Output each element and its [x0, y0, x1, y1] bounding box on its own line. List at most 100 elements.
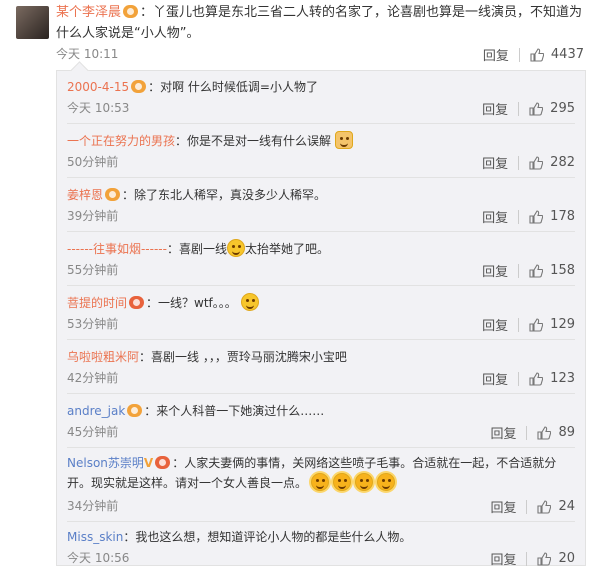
like-count: 123	[550, 371, 575, 386]
divider	[518, 101, 520, 116]
reply-body: ：你是不是对一线有什么误解	[175, 134, 332, 148]
smirk-emoji-icon	[240, 293, 259, 311]
like-thumb-icon[interactable]	[537, 551, 552, 566]
reply-username[interactable]: 乌啦啦粗米阿	[67, 350, 139, 364]
divider	[518, 47, 520, 62]
like-count: 20	[558, 551, 575, 566]
sun-emoji-icon	[377, 473, 396, 491]
reply-time: 53分钟前	[67, 317, 119, 331]
reply-text: andre_jak ：来个人科普一下她演过什么……	[67, 401, 567, 421]
reply-button[interactable]: 回复	[490, 497, 516, 516]
reply-text: Miss_skin：我也这么想，想知道评论小人物的都是些什么人物。	[67, 527, 567, 547]
row-divider	[67, 521, 575, 522]
reply-username[interactable]: 姜梓恩	[67, 188, 103, 202]
row-divider	[67, 393, 575, 394]
reply-text: 菩提的时间 ：一线？wtf。。。	[67, 293, 567, 313]
reply-button[interactable]: 回复	[490, 549, 516, 568]
like-thumb-icon[interactable]	[529, 263, 544, 278]
reply-text: 2000-4-15 ：对啊 什么时候低调=小人物了	[67, 77, 567, 97]
row-divider	[67, 231, 575, 232]
reply-username[interactable]: 菩提的时间	[67, 296, 127, 310]
row-divider	[67, 123, 575, 124]
reply-body: ：喜剧一线 ，，，贾玲马丽沈腾宋小宝吧	[139, 350, 347, 364]
reply-button[interactable]: 回复	[482, 369, 508, 388]
main-comment: 某个李泽晨 ：丫蛋儿也算是东北三省二人转的名家了，论喜剧也算是一线演员，不知道为什…	[0, 0, 600, 70]
like-count: 158	[550, 263, 575, 278]
reply-text: 一个正在努力的男孩：你是不是对一线有什么误解	[67, 131, 567, 151]
like-thumb-icon[interactable]	[529, 101, 544, 116]
row-divider	[67, 447, 575, 448]
reply-actions: 回复 24	[490, 497, 575, 516]
reply-button[interactable]: 回复	[482, 315, 508, 334]
reply-button[interactable]: 回复	[483, 45, 509, 64]
reply-button[interactable]: 回复	[482, 99, 508, 118]
vip-badge-icon	[155, 456, 171, 469]
reply-panel: 2000-4-15 ：对啊 什么时候低调=小人物了 今天 10:53 回复 295…	[56, 70, 586, 568]
divider	[518, 371, 520, 386]
reply-body: ：一线？wtf。。。	[146, 296, 237, 310]
reply-text: Nelson苏崇明V ：人家夫妻俩的事情，关网络这些喷子毛事。合适就在一起，不合适…	[67, 453, 567, 493]
like-thumb-icon[interactable]	[529, 371, 544, 386]
comment-time: 今天 10:11	[56, 47, 119, 61]
reply-button[interactable]: 回复	[482, 153, 508, 172]
reply-actions: 回复 178	[482, 207, 575, 226]
reply-button[interactable]: 回复	[482, 261, 508, 280]
reply-text: 姜梓恩 ：除了东北人稀罕，真没多少人稀罕。	[67, 185, 567, 205]
row-divider	[67, 177, 575, 178]
sun-emoji-icon	[311, 473, 330, 491]
reply-username[interactable]: Miss_skin	[67, 530, 123, 544]
sun-emoji-icon	[355, 473, 374, 491]
like-count: 89	[558, 425, 575, 440]
like-count: 178	[550, 209, 575, 224]
reply-time: 42分钟前	[67, 371, 119, 385]
divider	[518, 155, 520, 170]
reply-time: 55分钟前	[67, 263, 119, 277]
like-thumb-icon[interactable]	[537, 425, 552, 440]
reply-username[interactable]: Nelson苏崇明	[67, 456, 144, 470]
vip-badge-icon	[129, 296, 145, 309]
cat-emoji-icon	[334, 131, 353, 149]
sun-emoji-icon	[333, 473, 352, 491]
like-count: 282	[550, 155, 575, 170]
divider	[526, 425, 528, 440]
reply-username[interactable]: 一个正在努力的男孩	[67, 134, 175, 148]
like-count: 4437	[550, 47, 584, 62]
reply-username[interactable]: 2000-4-15	[67, 80, 129, 94]
reply-body: ：对啊 什么时候低调=小人物了	[148, 80, 318, 94]
like-count: 129	[550, 317, 575, 332]
reply-text: 乌啦啦粗米阿：喜剧一线 ，，，贾玲马丽沈腾宋小宝吧	[67, 347, 567, 367]
reply-time: 今天 10:56	[67, 551, 130, 565]
like-thumb-icon[interactable]	[537, 499, 552, 514]
divider	[526, 551, 528, 566]
like-thumb-icon[interactable]	[529, 317, 544, 332]
vip-badge-icon	[123, 5, 139, 18]
reply-time: 50分钟前	[67, 155, 119, 169]
reply-body: ：来个人科普一下她演过什么……	[144, 404, 325, 418]
reply-body: ：我也这么想，想知道评论小人物的都是些什么人物。	[123, 530, 412, 544]
verified-v-icon: V	[143, 456, 154, 470]
like-count: 295	[550, 101, 575, 116]
avatar[interactable]	[16, 6, 49, 39]
row-divider	[67, 339, 575, 340]
reply-button[interactable]: 回复	[490, 423, 516, 442]
reply-body-tail: 太抬举她了吧。	[244, 242, 329, 256]
reply-body: ：除了东北人稀罕，真没多少人稀罕。	[122, 188, 327, 202]
reply-actions: 回复 129	[482, 315, 575, 334]
like-thumb-icon[interactable]	[529, 209, 544, 224]
reply-button[interactable]: 回复	[482, 207, 508, 226]
vip-badge-icon	[127, 404, 143, 417]
reply-username[interactable]: ------往事如烟------	[67, 242, 167, 256]
comment-actions: 回复 4437	[483, 45, 584, 64]
reply-username[interactable]: andre_jak	[67, 404, 125, 418]
like-thumb-icon[interactable]	[529, 155, 544, 170]
like-thumb-icon[interactable]	[530, 47, 544, 62]
divider	[518, 263, 520, 278]
comment-username[interactable]: 某个李泽晨	[56, 5, 121, 20]
reply-body: ：喜剧一线	[166, 242, 227, 256]
reply-actions: 回复 282	[482, 153, 575, 172]
divider	[518, 209, 520, 224]
vip-badge-icon	[105, 188, 121, 201]
vip-badge-icon	[131, 80, 147, 93]
reply-actions: 回复 123	[482, 369, 575, 388]
divider	[518, 317, 520, 332]
